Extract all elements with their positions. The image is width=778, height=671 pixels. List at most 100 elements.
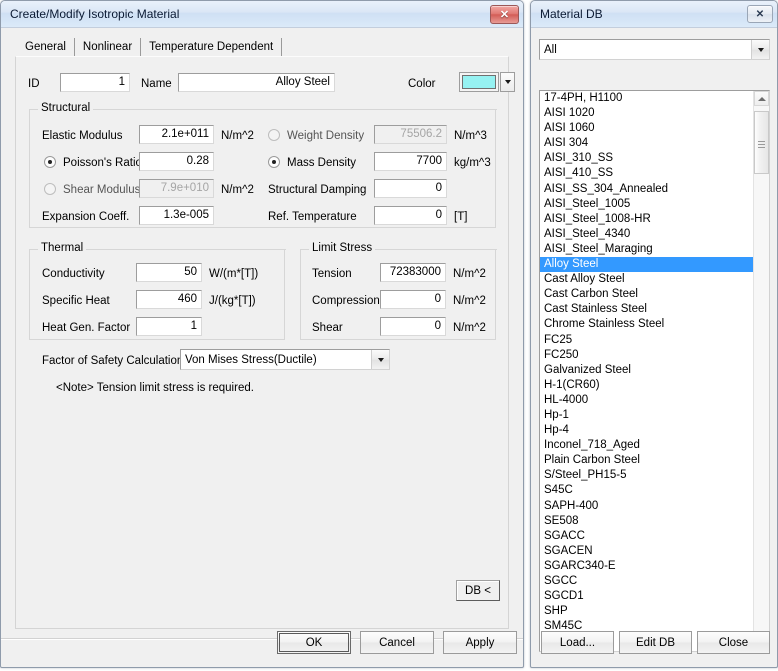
- id-input[interactable]: 1: [60, 73, 130, 92]
- shear-label: Shear: [312, 322, 343, 334]
- list-item[interactable]: AISI_Steel_1008-HR: [540, 212, 754, 227]
- list-item[interactable]: SGACEN: [540, 544, 754, 559]
- list-item[interactable]: AISI_SS_304_Annealed: [540, 182, 754, 197]
- scrollbar-grip: [758, 139, 765, 148]
- expansion-coeff-label: Expansion Coeff.: [42, 211, 130, 223]
- list-item[interactable]: Cast Alloy Steel: [540, 272, 754, 287]
- chevron-down-icon: [377, 357, 384, 362]
- color-dropdown-button[interactable]: [500, 72, 515, 92]
- specific-heat-label: Specific Heat: [42, 295, 110, 307]
- edit-db-button[interactable]: Edit DB: [619, 631, 692, 654]
- list-item[interactable]: SGCC: [540, 574, 754, 589]
- shear-unit: N/m^2: [453, 322, 486, 334]
- name-input[interactable]: Alloy Steel: [178, 73, 335, 92]
- list-item[interactable]: AISI_Steel_Maraging: [540, 242, 754, 257]
- structural-group-title: Structural: [38, 102, 94, 115]
- fos-label: Factor of Safety Calculation: [42, 355, 184, 367]
- ref-temperature-label: Ref. Temperature: [268, 211, 357, 223]
- load-button[interactable]: Load...: [541, 631, 614, 654]
- db-toggle-button[interactable]: DB <: [456, 580, 500, 601]
- list-item[interactable]: Cast Carbon Steel: [540, 287, 754, 302]
- expansion-coeff-input[interactable]: 1.3e-005: [139, 206, 214, 225]
- material-listbox[interactable]: 17-4PH, H1100 AISI 1020 AISI 1060 AISI 304 A…: [539, 90, 770, 652]
- mass-density-input[interactable]: 7700: [374, 152, 447, 171]
- list-item[interactable]: SHP: [540, 604, 754, 619]
- weight-density-radio[interactable]: [268, 129, 280, 141]
- list-item[interactable]: SAPH-400: [540, 499, 754, 514]
- list-item[interactable]: FC25: [540, 333, 754, 348]
- create-modify-isotropic-material-dialog: Create/Modify Isotropic Material ✕ Gener…: [0, 0, 524, 668]
- weight-density-label: Weight Density: [287, 130, 365, 142]
- list-item[interactable]: Alloy Steel: [540, 257, 754, 273]
- structural-damping-input[interactable]: 0: [374, 179, 447, 198]
- list-item[interactable]: 17-4PH, H1100: [540, 91, 754, 106]
- material-filter-dropdown-button[interactable]: [751, 40, 769, 59]
- list-item[interactable]: SGCD1: [540, 589, 754, 604]
- close-icon[interactable]: ✕: [747, 5, 773, 23]
- list-item[interactable]: AISI_410_SS: [540, 166, 754, 181]
- close-button[interactable]: Close: [697, 631, 770, 654]
- list-item[interactable]: AISI_Steel_1005: [540, 197, 754, 212]
- tab-temperature-dependent[interactable]: Temperature Dependent: [141, 38, 283, 57]
- heat-gen-factor-input[interactable]: 1: [136, 317, 202, 336]
- close-icon[interactable]: ✕: [490, 4, 519, 24]
- mass-density-label: Mass Density: [287, 157, 357, 169]
- scrollbar-thumb[interactable]: [754, 111, 769, 174]
- ref-temperature-unit: [T]: [454, 211, 468, 223]
- material-list[interactable]: 17-4PH, H1100 AISI 1020 AISI 1060 AISI 304 A…: [540, 91, 754, 651]
- list-item[interactable]: AISI_310_SS: [540, 151, 754, 166]
- color-swatch-button[interactable]: [459, 72, 499, 92]
- list-item[interactable]: AISI_Steel_4340: [540, 227, 754, 242]
- material-list-scrollbar[interactable]: [753, 91, 769, 651]
- compression-input[interactable]: 0: [380, 290, 446, 309]
- mass-density-radio[interactable]: [268, 156, 280, 168]
- list-item[interactable]: H-1(CR60): [540, 378, 754, 393]
- list-item[interactable]: Chrome Stainless Steel: [540, 317, 754, 332]
- id-label: ID: [28, 78, 40, 90]
- shear-input[interactable]: 0: [380, 317, 446, 336]
- list-item[interactable]: Galvanized Steel: [540, 363, 754, 378]
- list-item[interactable]: Hp-4: [540, 423, 754, 438]
- list-item[interactable]: S/Steel_PH15-5: [540, 468, 754, 483]
- apply-button[interactable]: Apply: [443, 631, 517, 654]
- list-item[interactable]: AISI 1060: [540, 121, 754, 136]
- list-item[interactable]: Cast Stainless Steel: [540, 302, 754, 317]
- scroll-up-button[interactable]: [754, 91, 769, 106]
- list-item[interactable]: AISI 1020: [540, 106, 754, 121]
- fos-value: Von Mises Stress(Ductile): [185, 353, 317, 366]
- list-item[interactable]: SE508: [540, 514, 754, 529]
- general-tab-panel: ID 1 Name Alloy Steel Color Structural E…: [15, 56, 515, 629]
- poissons-ratio-input[interactable]: 0.28: [139, 152, 214, 171]
- fos-dropdown-button[interactable]: [371, 350, 389, 369]
- conductivity-input[interactable]: 50: [136, 263, 202, 282]
- list-item[interactable]: S45C: [540, 483, 754, 498]
- dialog-body: General Nonlinear Temperature Dependent …: [1, 28, 523, 667]
- specific-heat-input[interactable]: 460: [136, 290, 202, 309]
- list-item[interactable]: AISI 304: [540, 136, 754, 151]
- poissons-ratio-label: Poisson's Ratio: [63, 157, 142, 169]
- cancel-button[interactable]: Cancel: [360, 631, 434, 654]
- poissons-ratio-radio[interactable]: [44, 156, 56, 168]
- chevron-down-icon: [757, 47, 764, 52]
- list-item[interactable]: Hp-1: [540, 408, 754, 423]
- structural-damping-label: Structural Damping: [268, 184, 367, 196]
- ref-temperature-input[interactable]: 0: [374, 206, 447, 225]
- tab-general[interactable]: General: [17, 38, 75, 57]
- material-filter-combobox[interactable]: All: [539, 39, 770, 60]
- elastic-modulus-input[interactable]: 2.1e+011: [139, 125, 214, 144]
- color-label: Color: [408, 78, 436, 90]
- list-item[interactable]: HL-4000: [540, 393, 754, 408]
- ok-button[interactable]: OK: [277, 631, 351, 654]
- list-item[interactable]: FC250: [540, 348, 754, 363]
- fos-combobox[interactable]: Von Mises Stress(Ductile): [180, 349, 390, 370]
- shear-modulus-radio[interactable]: [44, 183, 56, 195]
- tab-nonlinear[interactable]: Nonlinear: [75, 38, 142, 57]
- list-item[interactable]: Inconel_718_Aged: [540, 438, 754, 453]
- dialog-title: Create/Modify Isotropic Material: [10, 7, 180, 21]
- tension-input[interactable]: 72383000: [380, 263, 446, 282]
- list-item[interactable]: SGARC340-E: [540, 559, 754, 574]
- shear-modulus-unit: N/m^2: [221, 184, 254, 196]
- list-item[interactable]: SGACC: [540, 529, 754, 544]
- weight-density-input: 75506.2: [374, 125, 447, 144]
- list-item[interactable]: Plain Carbon Steel: [540, 453, 754, 468]
